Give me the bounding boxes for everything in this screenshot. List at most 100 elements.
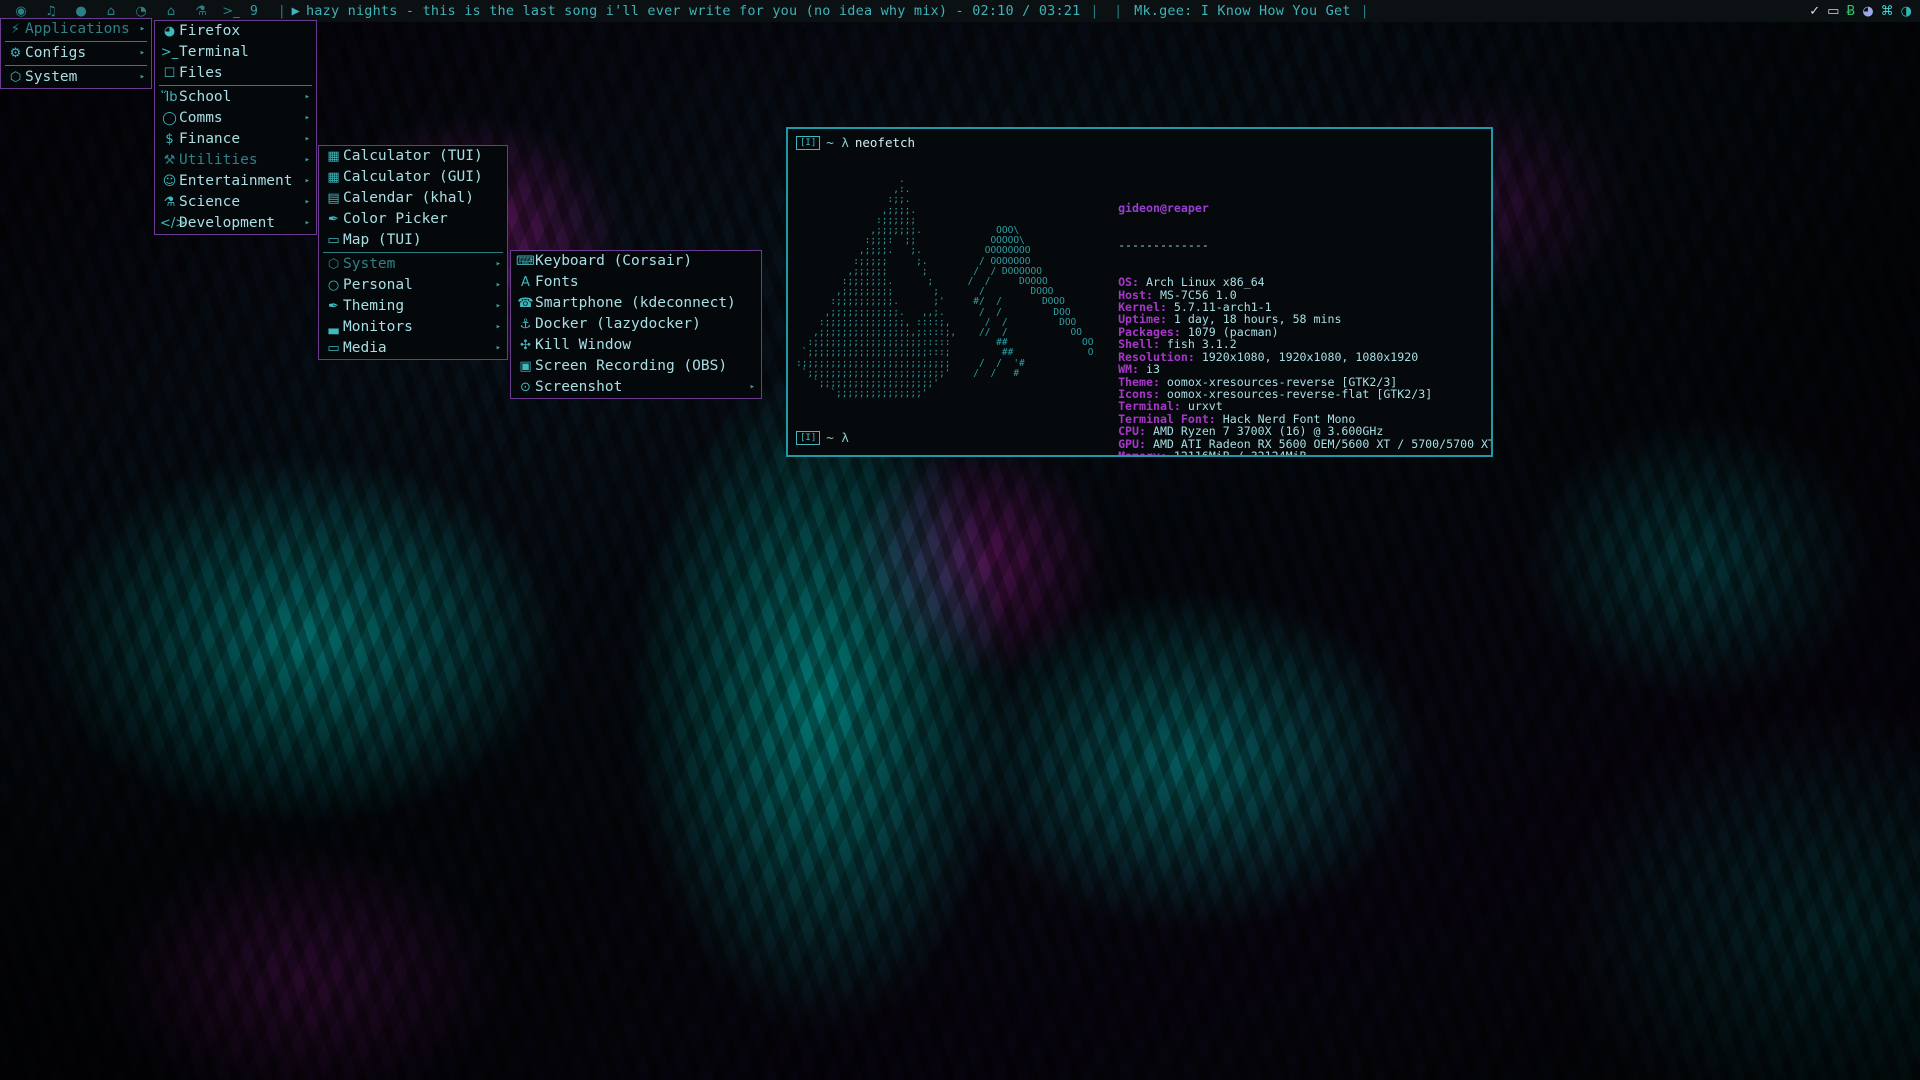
statusbar-divider-right: | — [1360, 3, 1369, 19]
chevron-right-icon: ▸ — [749, 382, 755, 392]
menu-separator — [159, 85, 312, 86]
menu-item-configs[interactable]: ⚙ Configs ▸ — [1, 43, 151, 64]
menu-item-development[interactable]: </> Development ▸ — [155, 213, 316, 234]
menu-separator — [323, 252, 503, 253]
terminal-prompt-line-bottom[interactable]: [I] ~ λ — [788, 424, 849, 445]
menu-item-label: Monitors — [343, 319, 413, 335]
menu-item-theming[interactable]: ✒ Theming ▸ — [319, 296, 507, 317]
workspace-number[interactable]: 9 — [246, 4, 272, 19]
artist-track-text: Mk.gee: I Know How You Get — [1134, 3, 1351, 19]
terminal-window[interactable]: [I] ~ λ neofetch . ,:. :;;. ,;;;;. :;;;;… — [786, 127, 1493, 457]
menu-item-system[interactable]: ⬡ System ▸ — [319, 254, 507, 275]
menu-applications[interactable]: ◕ Firefox >_ Terminal ☐ Files Ἵb School ▸ ◯ Comms ▸… — [154, 20, 317, 235]
neofetch-rule: ------------- — [1118, 238, 1209, 253]
chat-icon[interactable]: ● — [66, 4, 96, 19]
speech-bubble-icon: ◯ — [162, 111, 177, 126]
chevron-right-icon: ▸ — [139, 24, 146, 34]
keyboard-icon: ⌨ — [516, 254, 535, 269]
discord-icon[interactable]: ◕ — [1862, 4, 1873, 19]
flask-icon[interactable]: ⚗ — [186, 4, 216, 19]
menu-item-label: Theming — [343, 298, 405, 314]
system-tray[interactable]: ✓ ▭ Ƀ ◕ ⌘ ◑ — [1809, 4, 1920, 19]
menu-item-applications[interactable]: ⚡ Applications ▸ — [1, 19, 151, 40]
chevron-right-icon: ▸ — [304, 176, 310, 186]
menu-item-label: Smartphone (kdeconnect) — [535, 295, 736, 311]
menu-item-files[interactable]: ☐ Files — [155, 63, 316, 84]
menu-item-label: Files — [179, 65, 223, 81]
screen-icon[interactable]: ▭ — [1827, 4, 1839, 19]
menu-item-label: Firefox — [179, 23, 241, 39]
menu-item-firefox[interactable]: ◕ Firefox — [155, 21, 316, 42]
menu-item-docker-lazydocker[interactable]: ⚓ Docker (lazydocker) — [511, 314, 761, 335]
shield-icon[interactable]: ◑ — [1901, 4, 1912, 19]
network-icon[interactable]: ⌘ — [1881, 4, 1894, 19]
menu-item-monitors[interactable]: ▃ Monitors ▸ — [319, 317, 507, 338]
globe-icon[interactable]: ◉ — [6, 4, 36, 19]
calculator-icon: ▦ — [327, 149, 340, 164]
menu-separator — [5, 65, 147, 66]
chevron-right-icon: ▸ — [495, 322, 501, 332]
paintbrush-icon: ✒ — [328, 299, 339, 314]
menu-item-keyboard-corsair[interactable]: ⌨ Keyboard (Corsair) — [511, 251, 761, 272]
neofetch-user-host: gideon@reaper — [1118, 200, 1209, 215]
menu-item-smartphone-kdeconnect[interactable]: ☎ Smartphone (kdeconnect) — [511, 293, 761, 314]
home-icon[interactable]: ⌂ — [96, 4, 126, 19]
menu-item-calculator-tui[interactable]: ▦ Calculator (TUI) — [319, 146, 507, 167]
menu-item-label: School — [179, 89, 232, 105]
menu-item-label: Utilities — [179, 152, 258, 168]
terminal-mode-tag: [I] — [796, 135, 821, 150]
bolt-icon: ⚡ — [10, 22, 21, 37]
menu-item-color-picker[interactable]: ✒ Color Picker — [319, 209, 507, 230]
menu-item-finance[interactable]: $ Finance ▸ — [155, 129, 316, 150]
game-icon[interactable]: ◔ — [126, 4, 156, 19]
menu-item-science[interactable]: ⚗ Science ▸ — [155, 192, 316, 213]
menu-item-entertainment[interactable]: ☺ Entertainment ▸ — [155, 171, 316, 192]
menu-system[interactable]: ⌨ Keyboard (Corsair) A Fonts ☎ Smartphone (kd… — [510, 250, 762, 399]
menu-item-kill-window[interactable]: ✣ Kill Window — [511, 335, 761, 356]
cube-icon: ⬡ — [327, 257, 340, 272]
calculator-icon: ▦ — [327, 170, 340, 185]
menu-root[interactable]: ⚡ Applications ▸ ⚙ Configs ▸ ⬡ System ▸ — [0, 18, 152, 89]
neofetch-rows: OS: Arch Linux x86_64 Host: MS-7C56 1.0 Ke… — [1118, 276, 1491, 457]
menu-item-label: Entertainment — [179, 173, 293, 189]
menu-item-terminal[interactable]: >_ Terminal — [155, 42, 316, 63]
chevron-right-icon: ▸ — [495, 343, 501, 353]
menu-item-map-tui[interactable]: ▭ Map (TUI) — [319, 230, 507, 251]
menu-item-label: Comms — [179, 110, 223, 126]
menu-utilities[interactable]: ▦ Calculator (TUI) ▦ Calculator (GUI) ▤ Calen… — [318, 145, 508, 360]
display-icon: ▭ — [327, 341, 340, 356]
workspace-icon-list[interactable]: ◉ ♫ ● ⌂ ◔ ⌂ ⚗ >_ — [0, 4, 246, 19]
bank-icon[interactable]: ⌂ — [156, 4, 186, 19]
menu-item-label: Calculator (GUI) — [343, 169, 483, 185]
menu-item-screen-recording-obs[interactable]: ▣ Screen Recording (OBS) — [511, 356, 761, 377]
menu-item-school[interactable]: Ἵb School ▸ — [155, 87, 316, 108]
chevron-right-icon: ▸ — [495, 301, 501, 311]
screenshot-icon: ⊙ — [520, 380, 531, 395]
menu-item-system[interactable]: ⬡ System ▸ — [1, 67, 151, 88]
play-icon[interactable]: ▶ — [292, 3, 300, 19]
neofetch-row: Resolution: 1920x1080, 1920x1080, 1080x1… — [1118, 349, 1491, 364]
menu-item-label: Media — [343, 340, 387, 356]
menu-item-media[interactable]: ▭ Media ▸ — [319, 338, 507, 359]
menu-item-label: System — [343, 256, 396, 272]
chart-icon: ▃ — [328, 320, 339, 335]
chevron-right-icon: ▸ — [304, 197, 310, 207]
neofetch-value: 12116MiB / 32124MiB — [1166, 448, 1307, 457]
bluetooth-icon[interactable]: Ƀ — [1846, 4, 1855, 19]
check-circle-icon[interactable]: ✓ — [1809, 4, 1820, 19]
menu-item-comms[interactable]: ◯ Comms ▸ — [155, 108, 316, 129]
menu-item-fonts[interactable]: A Fonts — [511, 272, 761, 293]
neofetch-key: Memory: — [1118, 448, 1167, 457]
music-icon[interactable]: ♫ — [36, 4, 66, 19]
menu-item-utilities[interactable]: ⚒ Utilities ▸ — [155, 150, 316, 171]
firefox-icon: ◕ — [163, 24, 176, 39]
menu-item-personal[interactable]: ○ Personal ▸ — [319, 275, 507, 296]
terminal-command: neofetch — [854, 135, 916, 150]
neofetch-value: 1920x1080, 1920x1080, 1080x1920 — [1194, 349, 1419, 364]
terminal-icon[interactable]: >_ — [216, 4, 246, 19]
chevron-right-icon: ▸ — [304, 155, 310, 165]
calendar-icon: ▤ — [327, 191, 340, 206]
menu-item-calculator-gui[interactable]: ▦ Calculator (GUI) — [319, 167, 507, 188]
menu-item-screenshot[interactable]: ⊙ Screenshot ▸ — [511, 377, 761, 398]
menu-item-calendar-khal[interactable]: ▤ Calendar (khal) — [319, 188, 507, 209]
